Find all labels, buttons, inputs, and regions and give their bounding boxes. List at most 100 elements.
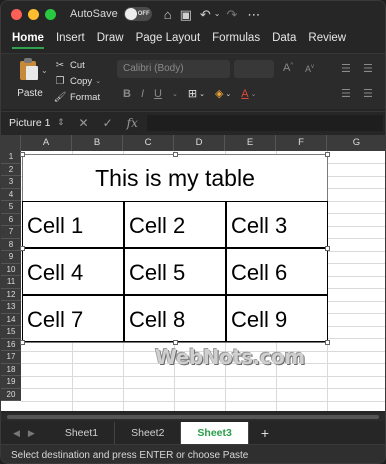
tab-draw[interactable]: Draw — [97, 32, 124, 44]
horizontal-scrollbar[interactable] — [1, 413, 385, 421]
more-icon[interactable]: ⋯ — [247, 8, 260, 21]
italic-icon[interactable]: I — [141, 88, 144, 100]
row-header[interactable]: 18 — [1, 363, 21, 376]
gridline — [21, 375, 385, 377]
row-header[interactable]: 15 — [1, 326, 21, 339]
resize-handle[interactable] — [173, 152, 178, 157]
resize-handle[interactable] — [20, 152, 25, 157]
column-header[interactable]: C — [123, 135, 174, 151]
column-header[interactable]: D — [174, 135, 225, 151]
undo-icon[interactable]: ↶ — [200, 8, 211, 21]
align-left-icon[interactable]: ☰ — [341, 87, 351, 100]
row-header[interactable]: 1 — [1, 151, 21, 164]
tab-insert[interactable]: Insert — [56, 32, 85, 44]
row-header[interactable]: 20 — [1, 388, 21, 401]
tab-data[interactable]: Data — [272, 32, 296, 44]
row-header[interactable]: 9 — [1, 251, 21, 264]
redo-icon[interactable]: ↷ — [226, 8, 237, 21]
fill-dropdown-icon[interactable]: ⌄ — [225, 90, 231, 98]
column-header[interactable]: A — [21, 135, 72, 151]
insert-function-icon[interactable]: fx — [127, 116, 138, 130]
align-middle-icon[interactable]: ☰ — [363, 62, 373, 75]
name-box[interactable]: Picture 1 — [9, 117, 57, 129]
row-header[interactable]: 13 — [1, 301, 21, 314]
borders-dropdown-icon[interactable]: ⌄ — [199, 90, 205, 98]
row-header[interactable]: 4 — [1, 188, 21, 201]
row-header[interactable]: 12 — [1, 288, 21, 301]
paste-button[interactable]: Paste — [11, 58, 49, 99]
prev-sheet-icon[interactable]: ◀ — [13, 428, 20, 439]
row-header[interactable]: 2 — [1, 163, 21, 176]
font-color-dropdown-icon[interactable]: ⌄ — [251, 90, 257, 98]
decrease-font-icon[interactable]: Av — [305, 64, 314, 74]
underline-dropdown-icon[interactable]: ⌄ — [172, 90, 178, 98]
row-header[interactable]: 3 — [1, 176, 21, 189]
resize-handle[interactable] — [325, 152, 330, 157]
sheet-tab-1[interactable]: Sheet1 — [49, 422, 116, 444]
worksheet-grid[interactable]: A B C D E F G 1 2 3 4 5 6 7 8 9 10 11 12… — [1, 135, 385, 411]
row-header[interactable]: 10 — [1, 263, 21, 276]
align-center-icon[interactable]: ☰ — [363, 87, 373, 100]
autosave-label: AutoSave — [70, 8, 118, 20]
column-header[interactable]: G — [327, 135, 385, 151]
row-header[interactable]: 7 — [1, 226, 21, 239]
scissors-icon: ✂ — [55, 59, 65, 71]
row-header[interactable]: 14 — [1, 313, 21, 326]
sheet-tab-2[interactable]: Sheet2 — [115, 422, 182, 444]
cancel-icon[interactable]: ✕ — [79, 116, 89, 130]
sheet-tab-3[interactable]: Sheet3 — [181, 422, 249, 444]
close-window-button[interactable] — [11, 8, 22, 20]
column-header[interactable]: E — [225, 135, 276, 151]
toggle-state: OFF — [137, 11, 150, 17]
row-header[interactable]: 17 — [1, 351, 21, 364]
resize-handle[interactable] — [325, 340, 330, 345]
home-icon[interactable]: ⌂ — [164, 8, 172, 21]
row-header[interactable]: 6 — [1, 213, 21, 226]
row-header[interactable]: 11 — [1, 276, 21, 289]
picture-cell: Cell 4 — [22, 248, 124, 295]
zoom-window-button[interactable] — [45, 8, 56, 20]
copy-dropdown-icon[interactable]: ⌄ — [95, 77, 101, 85]
tab-review[interactable]: Review — [308, 32, 346, 44]
tab-formulas[interactable]: Formulas — [212, 32, 260, 44]
format-painter-button[interactable]: 🖌 Format — [53, 89, 101, 105]
paste-dropdown-icon[interactable]: ⌄ — [41, 66, 48, 75]
column-header[interactable]: B — [72, 135, 123, 151]
fill-color-icon[interactable]: ◈ — [215, 87, 223, 100]
resize-handle[interactable] — [325, 246, 330, 251]
resize-handle[interactable] — [20, 246, 25, 251]
formula-input[interactable] — [147, 115, 383, 131]
resize-handle[interactable] — [20, 340, 25, 345]
minimize-window-button[interactable] — [28, 8, 39, 20]
align-top-icon[interactable]: ☰ — [341, 62, 351, 75]
row-header[interactable]: 16 — [1, 338, 21, 351]
autosave-toggle[interactable]: OFF — [123, 7, 152, 21]
name-box-stepper-icon[interactable]: ⇕ — [57, 117, 65, 128]
picture-title: This is my table — [95, 165, 255, 191]
paintbrush-icon: 🖌 — [53, 91, 67, 103]
tab-home[interactable]: Home — [12, 32, 44, 49]
font-color-icon[interactable]: A — [241, 88, 248, 100]
column-header[interactable]: F — [276, 135, 327, 151]
row-header[interactable]: 8 — [1, 238, 21, 251]
borders-icon[interactable]: ⊞ — [188, 87, 197, 100]
enter-icon[interactable]: ✓ — [103, 116, 113, 130]
add-sheet-icon[interactable]: + — [261, 425, 269, 441]
font-name-select[interactable]: Calibri (Body) — [117, 60, 230, 78]
save-icon[interactable]: ▣ — [180, 8, 192, 21]
tab-page-layout[interactable]: Page Layout — [136, 32, 201, 44]
row-header[interactable]: 5 — [1, 201, 21, 214]
undo-dropdown-icon[interactable]: ⌄ — [214, 10, 221, 18]
next-sheet-icon[interactable]: ▶ — [28, 428, 35, 439]
copy-button[interactable]: ❐ Copy ⌄ — [53, 73, 102, 89]
row-header[interactable]: 19 — [1, 376, 21, 389]
increase-font-icon[interactable]: A^ — [283, 62, 293, 74]
select-all-corner[interactable] — [1, 135, 21, 151]
pasted-picture[interactable]: This is my table Cell 1 Cell 2 Cell 3 Ce… — [20, 152, 330, 345]
bold-icon[interactable]: B — [123, 88, 131, 100]
cut-button[interactable]: ✂ Cut — [53, 57, 101, 73]
underline-icon[interactable]: U — [154, 88, 162, 100]
font-size-select[interactable] — [234, 60, 274, 78]
scrollbar-thumb[interactable] — [7, 415, 379, 419]
ribbon-tabs: Home Insert Draw Page Layout Formulas Da… — [1, 27, 385, 49]
